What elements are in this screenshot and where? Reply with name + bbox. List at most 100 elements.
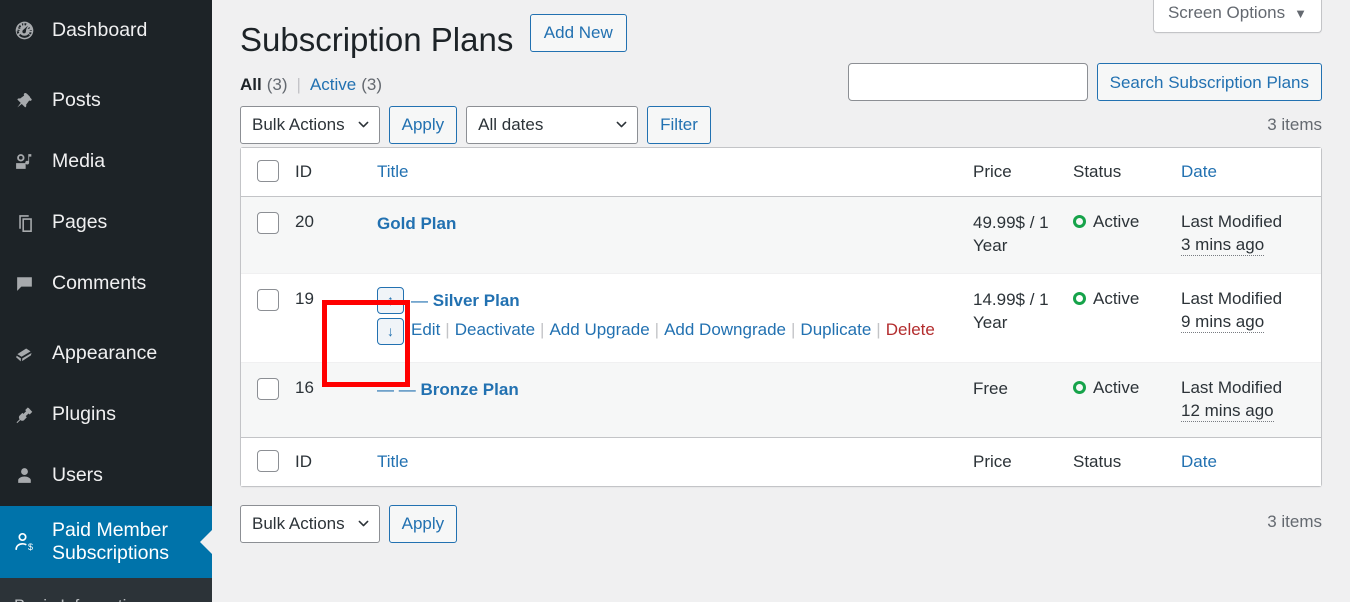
view-divider-wrap: | [288, 75, 310, 95]
sidebar-item-label: Appearance [52, 342, 158, 365]
apply-button-bottom[interactable]: Apply [388, 504, 458, 543]
submenu-item-basic-information[interactable]: Basic Information [0, 586, 212, 602]
dashboard-icon [14, 20, 48, 41]
sidebar-item-comments[interactable]: Comments [0, 253, 212, 314]
table-header-row: ID Title Price Status Date [241, 147, 1321, 197]
row-title-link[interactable]: Silver Plan [433, 291, 520, 310]
row-title-cell: ↑ ↓ — Silver Plan Edit | Deactivate | Add Up… [377, 272, 973, 362]
status-circle-icon [1073, 292, 1086, 306]
chevron-down-icon [358, 119, 369, 130]
row-title-cell: — — Bronze Plan [377, 361, 973, 437]
row-date-cell: Last Modified 12 mins ago [1181, 361, 1321, 437]
date-filter-select[interactable]: All dates [466, 105, 639, 144]
column-header-title-link[interactable]: Title [377, 162, 409, 181]
screen-options-button[interactable]: Screen Options ▼ [1152, 0, 1322, 33]
apply-button-top[interactable]: Apply [388, 105, 458, 144]
select-all-header [241, 147, 295, 197]
row-date-ago: 3 mins ago [1181, 234, 1265, 256]
row-level-dash: — — [377, 379, 416, 399]
chevron-down-icon: ▼ [1294, 5, 1307, 21]
sidebar-item-plugins[interactable]: Plugins [0, 384, 212, 445]
row-id: 16 [295, 361, 377, 437]
row-action-separator: | [791, 319, 796, 339]
view-link-all-wrap: All (3) [240, 75, 288, 95]
row-status-cell: Active [1073, 196, 1181, 273]
search-box: Search Subscription Plans [847, 63, 1322, 101]
select-all-checkbox-footer[interactable] [257, 449, 279, 472]
sidebar-item-label: Users [52, 464, 103, 487]
column-footer-title: Title [377, 436, 973, 486]
tablenav-bottom: Bulk Actions Apply 3 items [240, 501, 1322, 547]
view-link-all[interactable]: All [240, 75, 262, 95]
bulk-actions-select-top[interactable]: Bulk Actions [240, 105, 380, 144]
row-date-ago: 12 mins ago [1181, 400, 1274, 422]
sidebar-item-users[interactable]: Users [0, 445, 212, 506]
row-checkbox[interactable] [257, 288, 279, 311]
table-row: 20 Gold Plan 49.99$ / 1 Year Active Last… [241, 196, 1321, 273]
status-badge: Active [1073, 289, 1181, 309]
row-action-add-downgrade[interactable]: Add Downgrade [664, 320, 786, 339]
row-checkbox-cell [241, 272, 295, 362]
add-new-button[interactable]: Add New [529, 13, 627, 53]
search-input[interactable] [847, 63, 1088, 101]
row-checkbox[interactable] [257, 211, 279, 234]
filter-button[interactable]: Filter [647, 105, 711, 144]
sidebar-item-media[interactable]: Media [0, 131, 212, 192]
row-date-label: Last Modified [1181, 211, 1283, 231]
view-count-all: (3) [266, 74, 288, 94]
row-date-cell: Last Modified 3 mins ago [1181, 196, 1321, 273]
row-action-delete[interactable]: Delete [886, 320, 935, 339]
search-submit-button[interactable]: Search Subscription Plans [1096, 63, 1322, 101]
view-link-active[interactable]: Active [310, 75, 356, 95]
sidebar-item-paid-member-subscriptions[interactable]: $ Paid Member Subscriptions [0, 506, 212, 578]
row-title-link[interactable]: Bronze Plan [420, 380, 518, 399]
column-footer-date-link[interactable]: Date [1181, 452, 1217, 471]
view-link-active-wrap: Active (3) [310, 75, 382, 95]
sidebar-item-label: Posts [52, 89, 101, 112]
row-title-line: ↑ ↓ — Silver Plan Edit | Deactivate | Add Up… [377, 286, 973, 347]
row-action-deactivate[interactable]: Deactivate [455, 320, 535, 339]
row-price: 49.99$ / 1 Year [973, 196, 1073, 273]
status-circle-icon [1073, 215, 1086, 229]
user-icon [14, 465, 48, 486]
tablenav-top-actions: Bulk Actions Apply All dates Filter [240, 105, 711, 144]
table-row: 19 ↑ ↓ — Silver Plan Edit | Deactivate |… [241, 272, 1321, 362]
move-down-button[interactable]: ↓ [377, 317, 404, 345]
items-count-top: 3 items [1267, 114, 1322, 134]
row-action-add-upgrade[interactable]: Add Upgrade [549, 320, 649, 339]
row-checkbox-cell [241, 361, 295, 437]
row-title-link[interactable]: Gold Plan [377, 214, 456, 233]
row-action-edit[interactable]: Edit [411, 320, 440, 339]
sidebar-item-appearance[interactable]: Appearance [0, 323, 212, 384]
column-header-date: Date [1181, 147, 1321, 197]
row-status-cell: Active [1073, 272, 1181, 362]
tablenav-top: Bulk Actions Apply All dates Filter 3 it… [240, 103, 1322, 147]
row-title-wrap: Gold Plan [377, 212, 456, 234]
page-title: Subscription Plans [240, 21, 514, 58]
row-date-ago: 9 mins ago [1181, 311, 1265, 333]
screen-meta-links: Screen Options ▼ [1152, 0, 1322, 33]
bulk-actions-select-bottom[interactable]: Bulk Actions [240, 504, 380, 543]
column-footer-title-link[interactable]: Title [377, 452, 409, 471]
row-price: Free [973, 361, 1073, 437]
row-checkbox[interactable] [257, 377, 279, 400]
column-header-date-link[interactable]: Date [1181, 162, 1217, 181]
chevron-down-icon [616, 119, 627, 130]
sidebar-item-pages[interactable]: Pages [0, 192, 212, 253]
sidebar-item-label: Plugins [52, 403, 116, 426]
status-label: Active [1093, 377, 1140, 397]
select-all-checkbox[interactable] [257, 159, 279, 182]
row-action-duplicate[interactable]: Duplicate [800, 320, 871, 339]
column-footer-status: Status [1073, 436, 1181, 486]
sidebar-item-label: Paid Member Subscriptions [52, 518, 170, 564]
row-title-line: Gold Plan [377, 212, 973, 234]
sidebar-separator [0, 61, 212, 70]
column-header-title: Title [377, 147, 973, 197]
move-up-button[interactable]: ↑ [377, 286, 404, 314]
sidebar-item-dashboard[interactable]: Dashboard [0, 0, 212, 61]
sidebar-item-posts[interactable]: Posts [0, 70, 212, 131]
row-status-cell: Active [1073, 361, 1181, 437]
table-foot: ID Title Price Status Date [241, 436, 1321, 486]
column-footer-date: Date [1181, 436, 1321, 486]
current-menu-arrow-icon [200, 529, 212, 555]
